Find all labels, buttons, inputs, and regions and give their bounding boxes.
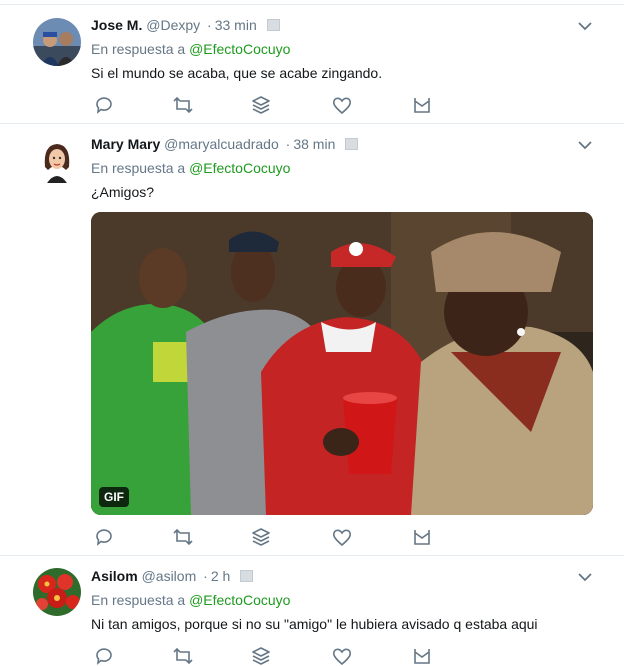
tweet-header: Asilom @asilom · 2 h [91,567,254,585]
user-handle[interactable]: @Dexpy [146,17,200,33]
reply-icon[interactable] [93,527,115,547]
gif-badge: GIF [99,487,129,507]
like-icon[interactable] [331,646,353,666]
stack-icon[interactable] [250,527,272,547]
tweet-header: Jose M. @Dexpy · 33 min [91,16,280,34]
reply-to-link[interactable]: @EfectoCocuyo [189,160,290,176]
reply-to-link[interactable]: @EfectoCocuyo [189,592,290,608]
tweet[interactable]: Asilom @asilom · 2 h En respuesta a @Efec… [0,556,624,666]
reply-prefix: En respuesta a [91,41,186,57]
retweet-icon[interactable] [172,646,194,666]
tweet-text: Si el mundo se acaba, que se acabe zinga… [91,65,383,81]
chevron-down-icon[interactable] [577,140,593,150]
tweet[interactable]: Jose M. @Dexpy · 33 min En respuesta a @E… [0,0,624,124]
tweet-actions [91,527,451,547]
gif-preview-image [91,212,593,515]
reply-prefix: En respuesta a [91,160,186,176]
retweet-icon[interactable] [172,527,194,547]
timestamp[interactable]: 33 min [215,17,257,33]
reply-context: En respuesta a @EfectoCocuyo [91,40,290,58]
user-handle[interactable]: @asilom [142,568,197,584]
stack-icon[interactable] [250,646,272,666]
gif-media[interactable]: GIF [91,212,593,515]
like-icon[interactable] [331,95,353,115]
message-icon[interactable] [411,646,433,666]
user-name[interactable]: Jose M. [91,17,142,33]
tweet[interactable]: Mary Mary @maryalcuadrado · 38 min En res… [0,124,624,556]
tweet-text: Ni tan amigos, porque si no su "amigo" l… [91,616,538,632]
separator: · [203,568,208,584]
avatar[interactable] [33,568,81,616]
avatar[interactable] [33,18,81,66]
image-placeholder-icon [240,570,254,583]
image-placeholder-icon [266,19,280,32]
message-icon[interactable] [411,95,433,115]
separator: · [207,17,212,33]
retweet-icon[interactable] [172,95,194,115]
avatar[interactable] [33,137,81,185]
timestamp[interactable]: 2 h [211,568,230,584]
tweet-actions [91,95,451,115]
tweet-header: Mary Mary @maryalcuadrado · 38 min [91,135,359,153]
separator: · [285,136,291,152]
reply-context: En respuesta a @EfectoCocuyo [91,159,290,177]
like-icon[interactable] [331,527,353,547]
tweet-actions [91,646,451,666]
reply-context: En respuesta a @EfectoCocuyo [91,591,290,609]
timestamp[interactable]: 38 min [293,136,335,152]
user-handle[interactable]: @maryalcuadrado [164,136,279,152]
reply-icon[interactable] [93,95,115,115]
chevron-down-icon[interactable] [577,21,593,31]
message-icon[interactable] [411,527,433,547]
stack-icon[interactable] [250,95,272,115]
image-placeholder-icon [345,138,359,151]
tweet-text: ¿Amigos? [91,184,155,200]
reply-icon[interactable] [93,646,115,666]
reply-prefix: En respuesta a [91,592,186,608]
user-name[interactable]: Mary Mary [91,136,160,152]
chevron-down-icon[interactable] [577,572,593,582]
user-name[interactable]: Asilom [91,568,138,584]
reply-to-link[interactable]: @EfectoCocuyo [189,41,290,57]
